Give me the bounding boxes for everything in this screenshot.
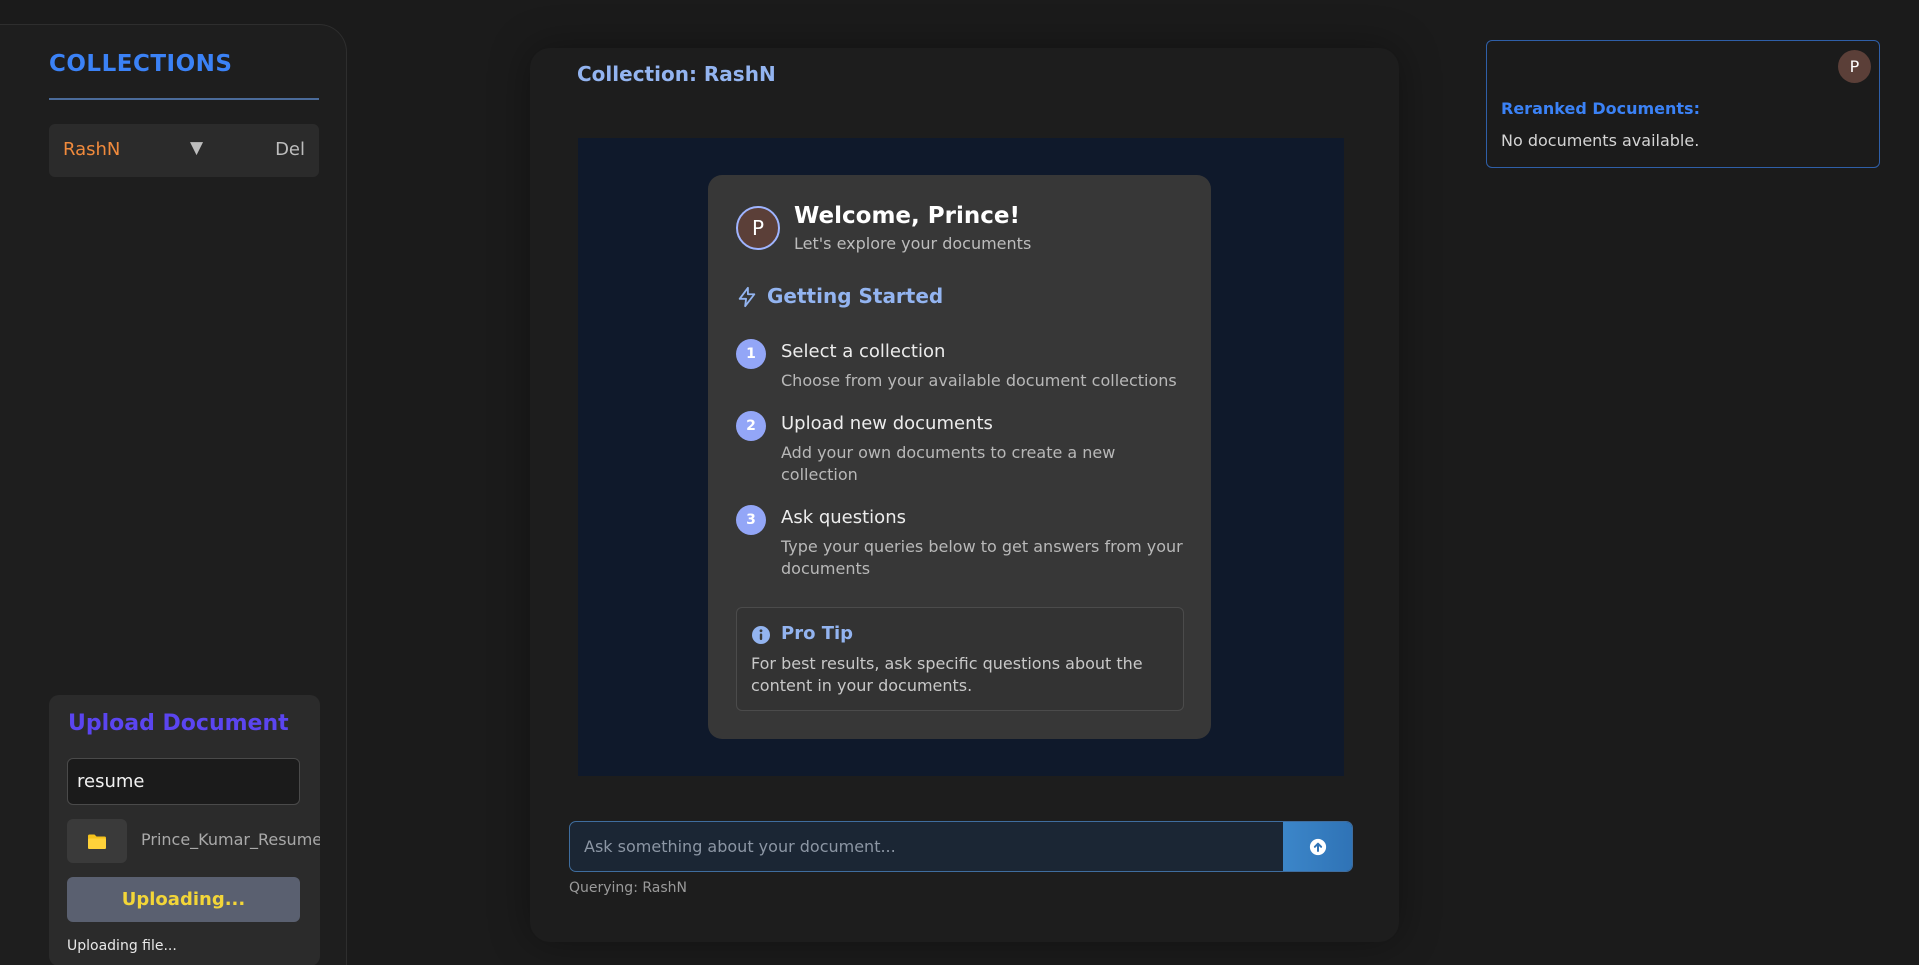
query-status: Querying: RashN — [569, 880, 688, 896]
pro-tip-title: Pro Tip — [781, 623, 854, 644]
welcome-subheading: Let's explore your documents — [794, 234, 1032, 253]
sidebar-title: COLLECTIONS — [49, 51, 233, 77]
reranked-documents-empty: No documents available. — [1501, 131, 1700, 150]
arrow-up-circle-icon — [1309, 838, 1326, 855]
user-avatar[interactable]: P — [1838, 50, 1871, 83]
chevron-down-icon[interactable]: ▼ — [190, 138, 203, 158]
step-description: Add your own documents to create a new c… — [781, 443, 1116, 484]
step-description: Choose from your available document coll… — [781, 371, 1177, 390]
page-title: Collection: RashN — [577, 62, 776, 86]
query-bar — [569, 821, 1353, 872]
upload-panel: Upload Document Prince_Kumar_Resume.pdf … — [49, 695, 320, 965]
reranked-documents-title: Reranked Documents: — [1501, 99, 1700, 118]
step-description: Type your queries below to get answers f… — [781, 537, 1183, 578]
sidebar-divider — [49, 98, 319, 100]
welcome-card: P Welcome, Prince! Let's explore your do… — [708, 175, 1211, 739]
collection-name-input[interactable] — [67, 758, 300, 805]
folder-icon — [88, 834, 106, 849]
selected-file-name: Prince_Kumar_Resume.pdf — [141, 830, 320, 849]
getting-started-title: Getting Started — [767, 284, 944, 308]
info-icon — [752, 626, 770, 644]
sidebar: COLLECTIONS RashN ▼ Del Upload Document … — [0, 24, 347, 965]
welcome-heading: Welcome, Prince! — [794, 203, 1020, 229]
step-number-badge: 1 — [736, 339, 766, 369]
upload-status: Uploading file... — [67, 938, 177, 954]
collection-item-rashn[interactable]: RashN ▼ Del — [49, 124, 319, 177]
query-input[interactable] — [570, 822, 1284, 871]
delete-collection-button[interactable]: Del — [275, 139, 305, 160]
send-button[interactable] — [1283, 822, 1352, 871]
avatar: P — [736, 206, 780, 250]
upload-button[interactable]: Uploading... — [67, 877, 300, 922]
pro-tip-text: For best results, ask specific questions… — [751, 654, 1143, 695]
step-title: Select a collection — [781, 341, 946, 362]
step-number-badge: 2 — [736, 411, 766, 441]
upload-title: Upload Document — [68, 711, 289, 736]
step-number-badge: 3 — [736, 505, 766, 535]
reranked-documents-panel: P Reranked Documents: No documents avail… — [1486, 40, 1880, 168]
choose-file-button[interactable] — [67, 819, 127, 863]
pro-tip-box: Pro Tip For best results, ask specific q… — [736, 607, 1184, 711]
collection-name[interactable]: RashN — [63, 139, 120, 160]
step-title: Ask questions — [781, 507, 906, 528]
step-title: Upload new documents — [781, 413, 993, 434]
lightning-icon — [738, 286, 756, 308]
